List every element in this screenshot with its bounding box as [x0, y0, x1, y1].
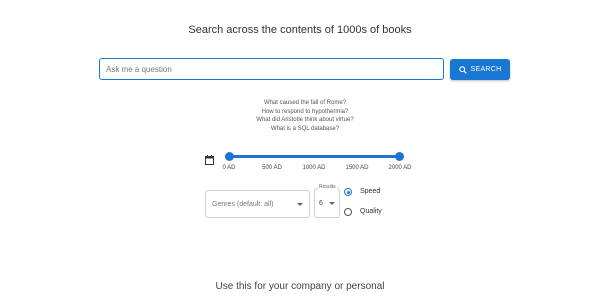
footer-text: Use this for your company or personal — [215, 281, 385, 292]
suggestion-list: What caused the fall of Rome? How to res… — [0, 99, 600, 133]
results-select-label: Results — [318, 184, 337, 190]
radio-quality[interactable] — [344, 208, 352, 216]
search-button-label: SEARCH — [470, 66, 502, 73]
suggestion-item[interactable]: What is a SQL database? — [0, 125, 600, 134]
page-title: Search across the contents of 1000s of b… — [188, 24, 412, 36]
search-icon — [458, 65, 467, 74]
suggestion-item[interactable]: How to respond to hypothermia? — [0, 108, 600, 117]
date-tick-label: 2000 AD — [388, 165, 412, 171]
date-range-slider-track[interactable] — [229, 155, 400, 158]
date-tick-label: 500 AD — [262, 165, 282, 171]
date-range-start-handle[interactable] — [225, 152, 234, 161]
genres-select-placeholder: Genres (default: all) — [212, 200, 274, 208]
search-input[interactable] — [100, 59, 443, 80]
calendar-icon — [205, 155, 214, 165]
chevron-down-icon — [329, 201, 335, 205]
results-select[interactable]: 6 — [314, 188, 340, 218]
date-tick-label: 1000 AD — [302, 165, 326, 171]
radio-quality-label[interactable]: Quality — [360, 208, 382, 215]
search-input-container[interactable] — [99, 58, 444, 80]
results-select-value: 6 — [319, 199, 323, 207]
chevron-down-icon — [297, 202, 303, 206]
date-tick-label: 0 AD — [222, 165, 236, 171]
suggestion-item[interactable]: What did Aristotle think about virtue? — [0, 116, 600, 125]
date-tick-label: 1500 AD — [345, 165, 369, 171]
genres-select[interactable]: Genres (default: all) — [205, 190, 310, 218]
radio-speed[interactable] — [344, 188, 352, 196]
date-range-end-handle[interactable] — [395, 152, 404, 161]
search-button[interactable]: SEARCH — [450, 59, 510, 80]
suggestion-item[interactable]: What caused the fall of Rome? — [0, 99, 600, 108]
radio-speed-label[interactable]: Speed — [360, 188, 380, 195]
